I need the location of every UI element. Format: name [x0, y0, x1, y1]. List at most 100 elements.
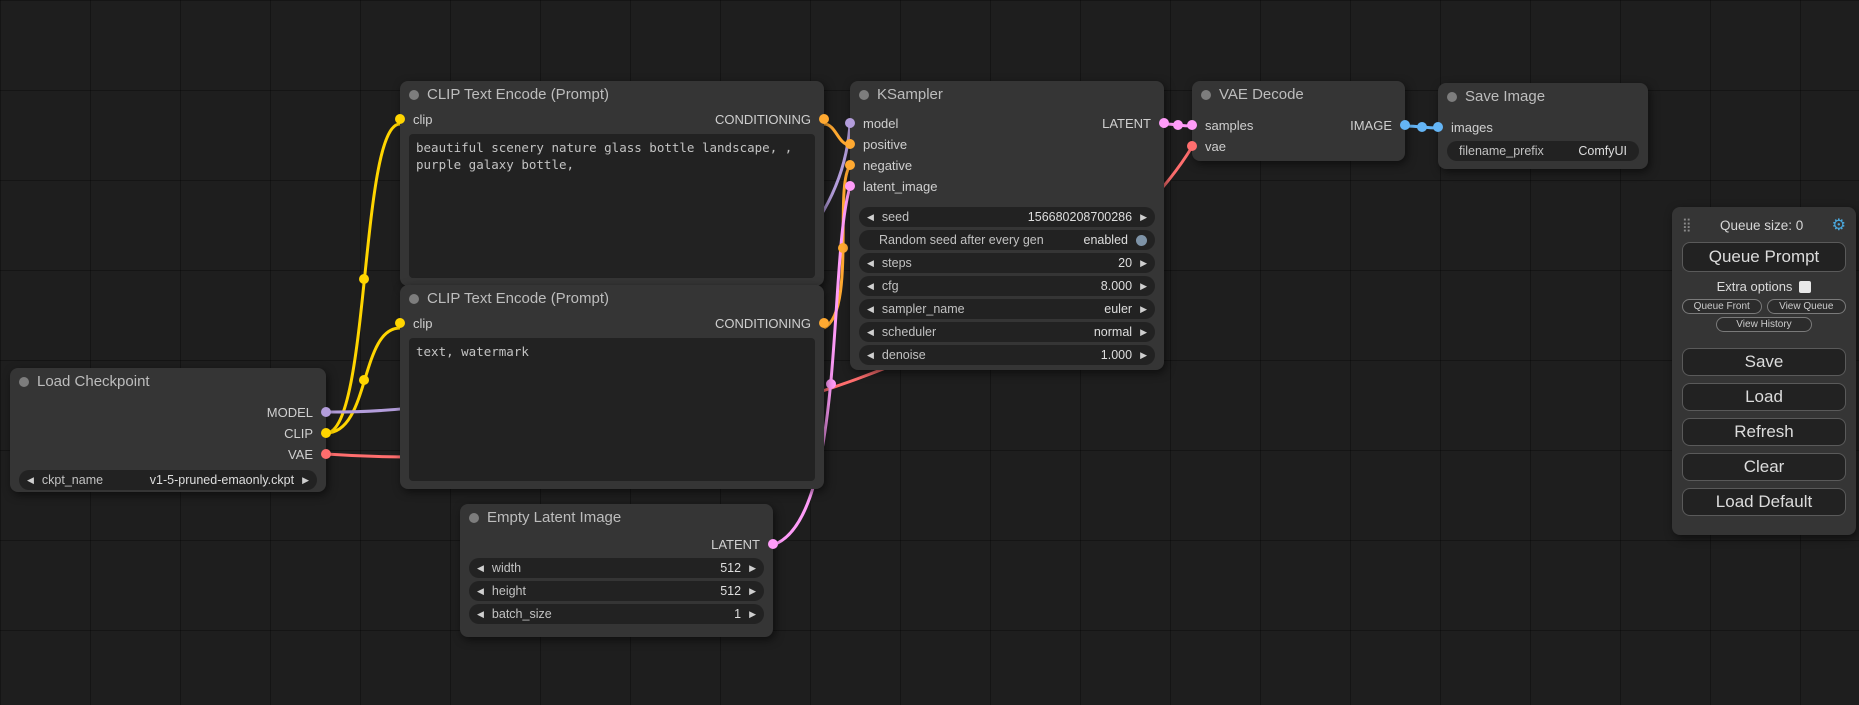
node-titlebar[interactable]: CLIP Text Encode (Prompt) — [400, 285, 824, 313]
node-save-image[interactable]: Save Image images filename_prefix ComfyU… — [1438, 83, 1648, 169]
increment-icon[interactable]: ▶ — [1140, 276, 1147, 296]
denoise-widget[interactable]: ◀ denoise 1.000 ▶ — [859, 345, 1155, 365]
increment-icon[interactable]: ▶ — [749, 558, 756, 578]
latent-image-input-port[interactable] — [845, 181, 855, 191]
decrement-icon[interactable]: ◀ — [867, 299, 874, 319]
height-widget[interactable]: ◀ height 512 ▶ — [469, 581, 764, 601]
collapse-dot-icon[interactable] — [409, 90, 419, 100]
clip-output-port[interactable] — [321, 428, 331, 438]
widget-label: scheduler — [882, 325, 936, 339]
refresh-button[interactable]: Refresh — [1682, 418, 1846, 446]
view-queue-button[interactable]: View Queue — [1767, 299, 1847, 314]
node-load-checkpoint[interactable]: Load Checkpoint MODEL CLIP VAE ◀ ckpt_na… — [10, 368, 326, 492]
queue-menu-panel[interactable]: ⣿ Queue size: 0 ⚙ Queue Prompt Extra opt… — [1672, 207, 1856, 535]
steps-widget[interactable]: ◀ steps 20 ▶ — [859, 253, 1155, 273]
samples-input-port[interactable] — [1187, 120, 1197, 130]
increment-icon[interactable]: ▶ — [749, 604, 756, 624]
queue-prompt-button[interactable]: Queue Prompt — [1682, 242, 1846, 272]
queue-front-button[interactable]: Queue Front — [1682, 299, 1762, 314]
random-seed-toggle[interactable]: Random seed after every gen enabled — [859, 230, 1155, 250]
output-label-model: MODEL — [10, 402, 326, 423]
node-titlebar[interactable]: Save Image — [1438, 83, 1648, 111]
decrement-icon[interactable]: ◀ — [867, 207, 874, 227]
toggle-knob[interactable] — [1136, 235, 1147, 246]
collapse-dot-icon[interactable] — [1447, 92, 1457, 102]
model-output-port[interactable] — [321, 407, 331, 417]
image-output-port[interactable] — [1400, 120, 1410, 130]
vae-input-port[interactable] — [1187, 141, 1197, 151]
collapse-dot-icon[interactable] — [1201, 90, 1211, 100]
decrement-icon[interactable]: ◀ — [867, 345, 874, 365]
decrement-icon[interactable]: ◀ — [867, 322, 874, 342]
clip-input-port[interactable] — [395, 114, 405, 124]
conditioning-output-port[interactable] — [819, 318, 829, 328]
collapse-dot-icon[interactable] — [469, 513, 479, 523]
node-titlebar[interactable]: KSampler — [850, 81, 1164, 109]
increment-icon[interactable]: ▶ — [1140, 345, 1147, 365]
node-clip-text-encode-positive[interactable]: CLIP Text Encode (Prompt) clip CONDITION… — [400, 81, 824, 286]
widget-label: filename_prefix — [1459, 144, 1544, 158]
increment-icon[interactable]: ▶ — [749, 581, 756, 601]
node-clip-text-encode-negative[interactable]: CLIP Text Encode (Prompt) clip CONDITION… — [400, 285, 824, 489]
increment-icon[interactable]: ▶ — [302, 470, 309, 490]
node-title: CLIP Text Encode (Prompt) — [427, 290, 609, 307]
view-history-button[interactable]: View History — [1716, 317, 1812, 332]
settings-gear-icon[interactable]: ⚙ — [1832, 215, 1846, 235]
input-row-images: images — [1438, 117, 1648, 138]
ckpt-name-widget[interactable]: ◀ ckpt_name v1-5-pruned-emaonly.ckpt ▶ — [19, 470, 317, 490]
load-default-button[interactable]: Load Default — [1682, 488, 1846, 516]
node-vae-decode[interactable]: VAE Decode samples IMAGE vae — [1192, 81, 1405, 161]
collapse-dot-icon[interactable] — [409, 294, 419, 304]
decrement-icon[interactable]: ◀ — [477, 604, 484, 624]
latent-output-port[interactable] — [768, 539, 778, 549]
widget-value: 512 — [526, 584, 741, 598]
model-input-port[interactable] — [845, 118, 855, 128]
node-titlebar[interactable]: CLIP Text Encode (Prompt) — [400, 81, 824, 109]
decrement-icon[interactable]: ◀ — [477, 558, 484, 578]
drag-handle-icon[interactable]: ⣿ — [1682, 217, 1692, 233]
node-empty-latent-image[interactable]: Empty Latent Image LATENT ◀ width 512 ▶ … — [460, 504, 773, 637]
filename-prefix-widget[interactable]: filename_prefix ComfyUI — [1447, 141, 1639, 161]
batch-size-widget[interactable]: ◀ batch_size 1 ▶ — [469, 604, 764, 624]
node-titlebar[interactable]: Empty Latent Image — [460, 504, 773, 532]
extra-options-checkbox[interactable] — [1799, 281, 1811, 293]
positive-prompt-textarea[interactable]: beautiful scenery nature glass bottle la… — [409, 134, 815, 278]
positive-input-port[interactable] — [845, 139, 855, 149]
increment-icon[interactable]: ▶ — [1140, 253, 1147, 273]
decrement-icon[interactable]: ◀ — [27, 470, 34, 490]
collapse-dot-icon[interactable] — [19, 377, 29, 387]
images-input-port[interactable] — [1433, 122, 1443, 132]
decrement-icon[interactable]: ◀ — [867, 276, 874, 296]
negative-input-port[interactable] — [845, 160, 855, 170]
output-row-model: MODEL — [10, 402, 326, 423]
latent-output-port[interactable] — [1159, 118, 1169, 128]
queue-actions-row: Queue Front View Queue — [1682, 299, 1846, 314]
decrement-icon[interactable]: ◀ — [867, 253, 874, 273]
scheduler-widget[interactable]: ◀ scheduler normal ▶ — [859, 322, 1155, 342]
increment-icon[interactable]: ▶ — [1140, 322, 1147, 342]
increment-icon[interactable]: ▶ — [1140, 299, 1147, 319]
node-titlebar[interactable]: VAE Decode — [1192, 81, 1405, 109]
output-label-vae: VAE — [10, 444, 326, 465]
clip-input-port[interactable] — [395, 318, 405, 328]
node-ksampler[interactable]: KSampler model LATENT positive negative … — [850, 81, 1164, 370]
cfg-widget[interactable]: ◀ cfg 8.000 ▶ — [859, 276, 1155, 296]
widget-label: batch_size — [492, 607, 552, 621]
negative-prompt-textarea[interactable]: text, watermark — [409, 338, 815, 481]
collapse-dot-icon[interactable] — [859, 90, 869, 100]
increment-icon[interactable]: ▶ — [1140, 207, 1147, 227]
io-row-samples-image: samples IMAGE — [1192, 115, 1405, 136]
vae-output-port[interactable] — [321, 449, 331, 459]
decrement-icon[interactable]: ◀ — [477, 581, 484, 601]
conditioning-output-port[interactable] — [819, 114, 829, 124]
load-button[interactable]: Load — [1682, 383, 1846, 411]
sampler-name-widget[interactable]: ◀ sampler_name euler ▶ — [859, 299, 1155, 319]
node-titlebar[interactable]: Load Checkpoint — [10, 368, 326, 396]
seed-widget[interactable]: ◀ seed 156680208700286 ▶ — [859, 207, 1155, 227]
wire-midpoint-dot — [838, 243, 848, 253]
clear-button[interactable]: Clear — [1682, 453, 1846, 481]
save-button[interactable]: Save — [1682, 348, 1846, 376]
node-canvas[interactable]: { "colors": { "canvas_bg": "#1e1e1e", "n… — [0, 0, 1859, 705]
width-widget[interactable]: ◀ width 512 ▶ — [469, 558, 764, 578]
extra-options-label: Extra options — [1717, 279, 1793, 294]
